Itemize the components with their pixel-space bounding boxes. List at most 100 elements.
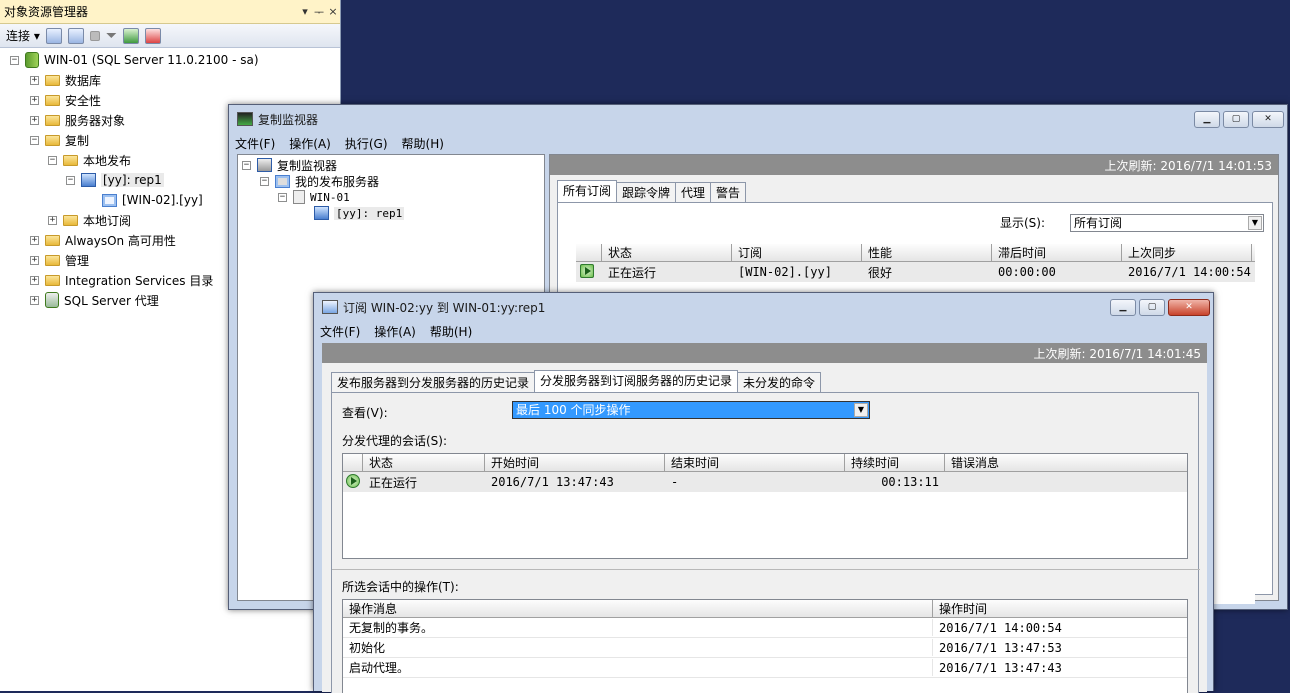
expand-icon[interactable]: +	[30, 95, 39, 105]
menu-go[interactable]: 执行(G)	[345, 135, 388, 152]
collapse-icon[interactable]: −	[242, 160, 251, 170]
action-message: 启动代理。	[343, 659, 933, 676]
row-performance: 很好	[868, 265, 893, 280]
collapse-icon[interactable]: −	[260, 176, 269, 186]
dropdown-icon[interactable]: ▾	[298, 5, 312, 18]
tree-node-local-subscriptions[interactable]: + 本地订阅	[48, 211, 131, 229]
splitter[interactable]	[332, 569, 1200, 570]
grid-header-end-time[interactable]: 结束时间	[665, 454, 845, 471]
close-icon[interactable]: ×	[326, 5, 340, 18]
grid-header-icon-col	[576, 244, 602, 261]
sessions-label: 分发代理的会话(S):	[342, 434, 448, 448]
menu-file[interactable]: 文件(F)	[235, 135, 275, 152]
table-row[interactable]: 启动代理。 2016/7/1 13:47:43	[343, 658, 1187, 678]
expand-icon[interactable]: +	[30, 275, 39, 285]
expand-icon[interactable]: +	[30, 255, 39, 265]
stop-icon[interactable]	[89, 30, 100, 41]
expand-icon[interactable]: +	[30, 235, 39, 245]
tree-node-management[interactable]: + 管理	[30, 251, 89, 269]
tree-node-subscriber[interactable]: [WIN-02].[yy]	[102, 191, 203, 209]
maximize-button[interactable]: ▢	[1139, 298, 1165, 316]
menu-action[interactable]: 操作(A)	[374, 323, 416, 340]
row-status: 正在运行	[608, 265, 657, 280]
collapse-icon[interactable]: −	[10, 55, 19, 65]
view-select[interactable]: 最后 100 个同步操作 ▼	[512, 401, 870, 419]
tab-all-subscriptions[interactable]: 所有订阅	[557, 180, 618, 202]
tree-node-label: AlwaysOn 高可用性	[65, 233, 176, 248]
grid-header-duration[interactable]: 持续时间	[845, 454, 945, 471]
close-button[interactable]: ✕	[1168, 298, 1210, 316]
grid-header-start-time[interactable]: 开始时间	[485, 454, 665, 471]
table-row[interactable]: 无复制的事务。 2016/7/1 14:00:54	[343, 618, 1187, 638]
expand-icon[interactable]: +	[30, 75, 39, 85]
tab-publisher-distributor-history[interactable]: 发布服务器到分发服务器的历史记录	[331, 372, 536, 392]
tree-node-label: 本地订阅	[83, 213, 132, 228]
collapse-icon[interactable]: −	[48, 155, 57, 165]
show-select[interactable]: 所有订阅 ▼	[1070, 214, 1264, 232]
minimize-button[interactable]: ▁	[1110, 298, 1136, 316]
object-explorer-titlebar: 对象资源管理器 ▾ ᅮ ×	[0, 0, 340, 24]
connect-button[interactable]: 连接 ▾	[6, 27, 40, 44]
grid-header-subscription[interactable]: 订阅	[732, 244, 862, 261]
pin-icon[interactable]: ᅮ	[312, 4, 326, 20]
grid-header-latency[interactable]: 滞后时间	[992, 244, 1122, 261]
tree-node-label: SQL Server 代理	[64, 293, 159, 308]
tab-tracer-tokens[interactable]: 跟踪令牌	[616, 182, 677, 202]
close-button[interactable]: ✕	[1252, 110, 1284, 128]
view-label: 查看(V):	[342, 406, 388, 420]
tree-node-security[interactable]: + 安全性	[30, 91, 101, 109]
tab-undistributed-commands[interactable]: 未分发的命令	[737, 372, 822, 392]
filter-icon[interactable]: ⏷	[106, 28, 117, 44]
tree-node-server[interactable]: − WIN-01 (SQL Server 11.0.2100 - sa)	[10, 51, 259, 69]
tree-node-server-objects[interactable]: + 服务器对象	[30, 111, 125, 129]
tree-node-replication[interactable]: − 复制	[30, 131, 89, 149]
tab-agents[interactable]: 代理	[675, 182, 712, 202]
publishers-icon	[275, 174, 290, 188]
subscription-titlebar: 订阅 WIN-02:yy 到 WIN-01:yy:rep1 ▁ ▢ ✕	[314, 293, 1213, 321]
grid-header-action-message[interactable]: 操作消息	[343, 600, 933, 617]
expand-icon[interactable]: +	[48, 215, 57, 225]
collapse-icon[interactable]: −	[278, 192, 287, 202]
grid-header-status[interactable]: 状态	[602, 244, 732, 261]
refresh-icon[interactable]	[123, 27, 140, 44]
show-label: 显示(S):	[1000, 216, 1046, 230]
chevron-down-icon[interactable]: ▼	[1248, 216, 1262, 230]
tree-node-label: 我的发布服务器	[295, 174, 380, 189]
tree-node-integration-services[interactable]: + Integration Services 目录	[30, 271, 213, 289]
tree-node-monitor-publication[interactable]: [yy]: rep1	[314, 204, 405, 222]
table-row[interactable]: 初始化 2016/7/1 13:47:53	[343, 638, 1187, 658]
subscription-menubar: 文件(F) 操作(A) 帮助(H)	[314, 321, 1213, 341]
monitor-app-icon	[237, 112, 253, 126]
tab-warnings[interactable]: 警告	[710, 182, 747, 202]
menu-help[interactable]: 帮助(H)	[402, 135, 444, 152]
delete-icon[interactable]	[145, 27, 162, 44]
grid-header-error[interactable]: 错误消息	[945, 454, 1187, 471]
expand-icon[interactable]: +	[30, 115, 39, 125]
maximize-button[interactable]: ▢	[1223, 110, 1249, 128]
tree-node-label: 复制	[65, 133, 90, 148]
tree-node-local-publications[interactable]: − 本地发布	[48, 151, 131, 169]
connect-server-icon[interactable]	[45, 27, 62, 44]
tree-node-publication[interactable]: − [yy]: rep1	[66, 171, 164, 189]
grid-header-performance[interactable]: 性能	[862, 244, 992, 261]
collapse-icon[interactable]: −	[66, 175, 75, 185]
menu-file[interactable]: 文件(F)	[320, 323, 360, 340]
expand-icon[interactable]: +	[30, 295, 39, 305]
folder-icon	[63, 154, 78, 166]
table-row[interactable]: 正在运行 [WIN-02].[yy] 很好 00:00:00 2016/7/1 …	[576, 262, 1255, 282]
tab-distributor-subscriber-history[interactable]: 分发服务器到订阅服务器的历史记录	[534, 370, 739, 392]
collapse-icon[interactable]: −	[30, 135, 39, 145]
chevron-down-icon[interactable]: ▼	[854, 403, 868, 417]
tree-node-databases[interactable]: + 数据库	[30, 71, 101, 89]
grid-header-status[interactable]: 状态	[363, 454, 485, 471]
menu-action[interactable]: 操作(A)	[289, 135, 331, 152]
grid-header-last-sync[interactable]: 上次同步	[1122, 244, 1252, 261]
tree-node-alwayson[interactable]: + AlwaysOn 高可用性	[30, 231, 176, 249]
disconnect-icon[interactable]	[67, 27, 84, 44]
tree-node-sql-agent[interactable]: + SQL Server 代理	[30, 291, 159, 309]
grid-header-action-time[interactable]: 操作时间	[933, 600, 1187, 617]
tree-node-label: WIN-01	[310, 190, 350, 204]
menu-help[interactable]: 帮助(H)	[430, 323, 472, 340]
table-row[interactable]: 正在运行 2016/7/1 13:47:43 - 00:13:11	[343, 472, 1187, 492]
minimize-button[interactable]: ▁	[1194, 110, 1220, 128]
